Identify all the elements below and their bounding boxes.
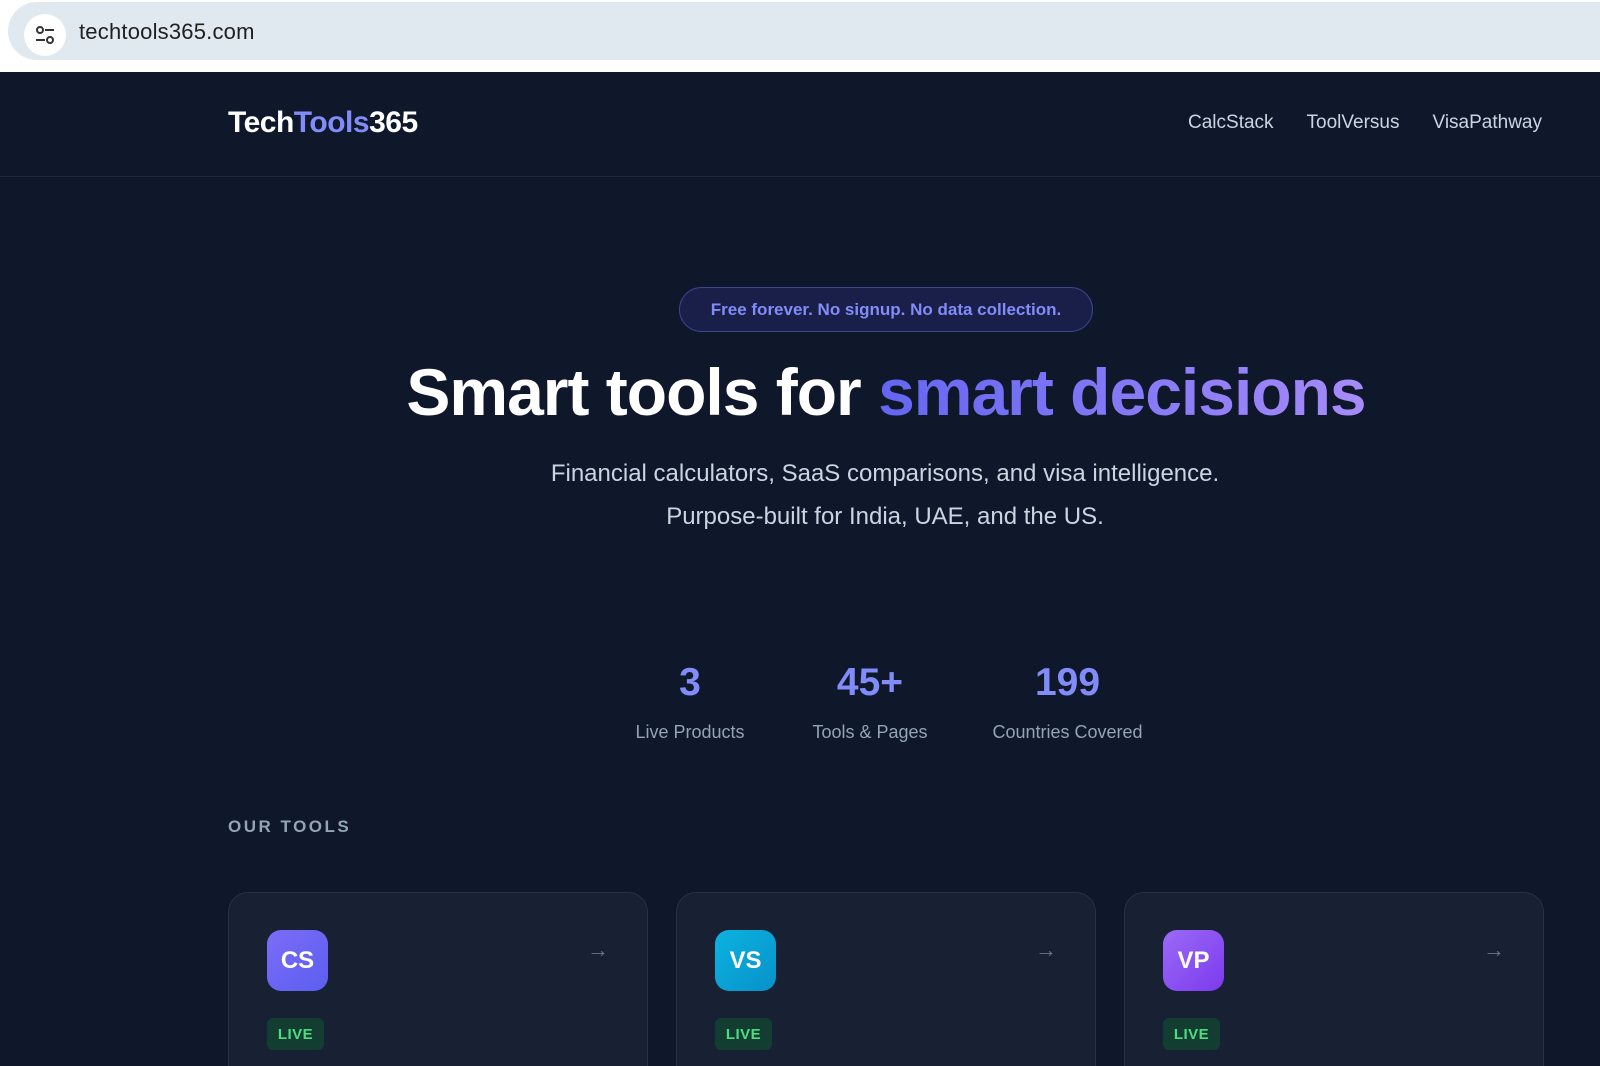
url-text[interactable]: techtools365.com bbox=[79, 19, 255, 45]
hero-title-accent: smart decisions bbox=[878, 355, 1367, 429]
nav-link-visapathway[interactable]: VisaPathway bbox=[1433, 112, 1543, 134]
hero-subtitle: Financial calculators, SaaS comparisons,… bbox=[385, 452, 1385, 538]
stat-value: 3 bbox=[679, 661, 701, 704]
hero-badge: Free forever. No signup. No data collect… bbox=[679, 287, 1093, 332]
hero-subtitle-line-1: Financial calculators, SaaS comparisons,… bbox=[550, 460, 1220, 487]
tool-card-visapathway[interactable]: VP → LIVE bbox=[1124, 892, 1544, 1066]
stat-value: 45+ bbox=[836, 661, 904, 704]
tune-icon bbox=[36, 26, 54, 44]
tool-card-calcstack[interactable]: CS → LIVE bbox=[228, 892, 648, 1066]
stat-label: Tools & Pages bbox=[812, 722, 928, 742]
stat-value: 199 bbox=[1034, 661, 1101, 704]
stat-countries-covered: 199 Countries Covered bbox=[980, 660, 1155, 743]
stat-tools-pages: 45+ Tools & Pages bbox=[800, 660, 940, 743]
nav-link-toolversus[interactable]: ToolVersus bbox=[1307, 112, 1400, 134]
calcstack-icon: CS bbox=[267, 930, 328, 991]
stat-label: Countries Covered bbox=[992, 722, 1143, 742]
toolversus-icon: VS bbox=[715, 930, 776, 991]
logo-part-365: 365 bbox=[369, 106, 418, 139]
nav-link-calcstack[interactable]: CalcStack bbox=[1188, 112, 1274, 134]
arrow-right-icon: → bbox=[587, 937, 609, 962]
logo-part-tech: Tech bbox=[228, 106, 294, 139]
hero-subtitle-line-2: Purpose-built for India, UAE, and the US… bbox=[666, 503, 1104, 530]
arrow-right-icon: → bbox=[1035, 937, 1057, 962]
stat-label: Live Products bbox=[635, 722, 745, 742]
site-info-button[interactable] bbox=[24, 14, 66, 56]
status-badge: LIVE bbox=[1163, 1018, 1220, 1050]
hero-title-wrap: Smart tools for smart decisions bbox=[0, 354, 1600, 430]
site-header: TechTools365 CalcStack ToolVersus VisaPa… bbox=[0, 72, 1600, 177]
page: TechTools365 CalcStack ToolVersus VisaPa… bbox=[0, 72, 1600, 1066]
hero-title-plain: Smart tools for bbox=[406, 355, 879, 429]
stat-live-products: 3 Live Products bbox=[620, 660, 760, 743]
arrow-right-icon: → bbox=[1483, 937, 1505, 962]
logo-part-tools: Tools bbox=[293, 106, 370, 139]
address-bar[interactable]: techtools365.com bbox=[8, 2, 1600, 60]
tool-card-toolversus[interactable]: VS → LIVE bbox=[676, 892, 1096, 1066]
browser-toolbar: techtools365.com bbox=[0, 0, 1600, 72]
main-nav: CalcStack ToolVersus VisaPathway bbox=[1188, 112, 1542, 134]
visapathway-icon: VP bbox=[1163, 930, 1224, 991]
status-badge: LIVE bbox=[715, 1018, 772, 1050]
hero-title: Smart tools for smart decisions bbox=[406, 354, 1367, 430]
status-badge: LIVE bbox=[267, 1018, 324, 1050]
site-logo[interactable]: TechTools365 bbox=[228, 106, 418, 140]
section-label-our-tools: OUR TOOLS bbox=[228, 817, 352, 836]
